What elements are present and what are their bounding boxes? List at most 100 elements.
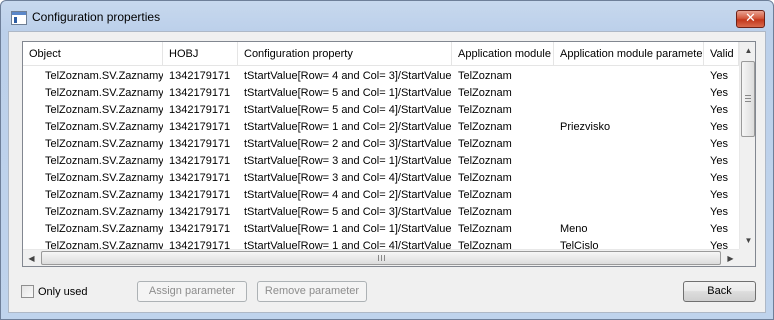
cell-valid: Yes [710,70,728,82]
cell-object: TelZoznam.SV.Zaznamy [45,104,163,116]
cell-application-module: TelZoznam [458,206,512,218]
cell-application-module-parameter [554,170,704,187]
table-row[interactable]: TelZoznam.SV.Zaznamy 1342179171 tStartValu… [23,153,739,170]
cell-object: TelZoznam.SV.Zaznamy [45,87,163,99]
cell-hobj: 1342179171 [169,223,231,235]
table-row[interactable]: TelZoznam.SV.Zaznamy 1342179171 tStartValu… [23,238,739,249]
table-viewport: Object HOBJ Configuration property Appli… [23,42,739,249]
cell-hobj: 1342179171 [169,70,231,82]
cell-application-module: TelZoznam [458,155,512,167]
back-button[interactable]: Back [683,281,756,302]
horizontal-scrollbar[interactable]: ◀ ▶ [23,249,739,266]
cell-application-module: TelZoznam [458,104,512,116]
cell-object: TelZoznam.SV.Zaznamy [45,121,163,133]
table-body: TelZoznam.SV.Zaznamy 1342179171 tStartValu… [23,68,739,249]
table-row[interactable]: TelZoznam.SV.Zaznamy 1342179171 tStartValu… [23,102,739,119]
cell-valid: Yes [710,172,728,184]
cell-application-module-parameter: Priezvisko [560,121,611,133]
cell-application-module: TelZoznam [458,70,512,82]
only-used-option[interactable]: Only used [21,285,88,298]
cell-configuration-property: tStartValue[Row= 2 and Col= 3]/StartValu… [244,138,452,150]
cell-application-module-parameter [554,85,704,102]
title-bar[interactable]: Configuration properties ✕ [1,1,773,33]
table-row[interactable]: TelZoznam.SV.Zaznamy 1342179171 tStartValu… [23,68,739,85]
scroll-down-icon[interactable]: ▼ [740,232,755,249]
table-row[interactable]: TelZoznam.SV.Zaznamy 1342179171 tStartValu… [23,119,739,136]
column-header-hobj[interactable]: HOBJ [163,42,238,66]
cell-configuration-property: tStartValue[Row= 3 and Col= 1]/StartValu… [244,155,452,167]
scroll-right-icon[interactable]: ▶ [722,250,739,266]
cell-valid: Yes [710,240,728,249]
column-header-valid[interactable]: Valid [704,42,739,66]
horizontal-scroll-thumb[interactable] [41,251,721,265]
cell-configuration-property: tStartValue[Row= 3 and Col= 4]/StartValu… [244,172,452,184]
cell-application-module-parameter [554,68,704,85]
scroll-up-icon[interactable]: ▲ [740,42,755,59]
cell-application-module: TelZoznam [458,172,512,184]
only-used-checkbox[interactable] [21,285,34,298]
vertical-scroll-thumb[interactable] [741,61,755,137]
table-header: Object HOBJ Configuration property Appli… [23,42,739,66]
cell-application-module-parameter [554,102,704,119]
cell-object: TelZoznam.SV.Zaznamy [45,138,163,150]
remove-parameter-button[interactable]: Remove parameter [257,281,367,302]
cell-application-module: TelZoznam [458,87,512,99]
cell-application-module: TelZoznam [458,189,512,201]
cell-valid: Yes [710,138,728,150]
cell-application-module: TelZoznam [458,240,512,249]
dialog-window: Configuration properties ✕ Object HOBJ C… [0,0,774,320]
cell-hobj: 1342179171 [169,104,231,116]
close-button[interactable]: ✕ [736,10,765,28]
cell-valid: Yes [710,104,728,116]
cell-configuration-property: tStartValue[Row= 1 and Col= 4]/StartValu… [244,240,452,249]
assign-parameter-button[interactable]: Assign parameter [137,281,247,302]
cell-hobj: 1342179171 [169,206,231,218]
table-row[interactable]: TelZoznam.SV.Zaznamy 1342179171 tStartValu… [23,221,739,238]
cell-application-module: TelZoznam [458,121,512,133]
column-header-object[interactable]: Object [23,42,163,66]
cell-object: TelZoznam.SV.Zaznamy [45,172,163,184]
dialog-body: Object HOBJ Configuration property Appli… [8,31,766,313]
cell-application-module-parameter [554,153,704,170]
cell-configuration-property: tStartValue[Row= 5 and Col= 3]/StartValu… [244,206,452,218]
cell-object: TelZoznam.SV.Zaznamy [45,223,163,235]
cell-configuration-property: tStartValue[Row= 1 and Col= 1]/StartValu… [244,223,452,235]
cell-configuration-property: tStartValue[Row= 5 and Col= 4]/StartValu… [244,104,452,116]
table-row[interactable]: TelZoznam.SV.Zaznamy 1342179171 tStartValu… [23,136,739,153]
cell-configuration-property: tStartValue[Row= 4 and Col= 2]/StartValu… [244,189,452,201]
cell-object: TelZoznam.SV.Zaznamy [45,70,163,82]
cell-application-module-parameter [554,187,704,204]
cell-valid: Yes [710,189,728,201]
table-row[interactable]: TelZoznam.SV.Zaznamy 1342179171 tStartValu… [23,85,739,102]
table-row[interactable]: TelZoznam.SV.Zaznamy 1342179171 tStartValu… [23,170,739,187]
scroll-left-icon[interactable]: ◀ [23,250,40,266]
window-title: Configuration properties [32,10,161,24]
cell-application-module-parameter: Meno [560,223,588,235]
column-header-configuration-property[interactable]: Configuration property [238,42,452,66]
table-row[interactable]: TelZoznam.SV.Zaznamy 1342179171 tStartValu… [23,204,739,221]
cell-hobj: 1342179171 [169,172,231,184]
cell-valid: Yes [710,155,728,167]
cell-valid: Yes [710,87,728,99]
cell-application-module-parameter [554,204,704,221]
cell-application-module: TelZoznam [458,138,512,150]
cell-application-module-parameter: TelCislo [560,240,599,249]
cell-configuration-property: tStartValue[Row= 5 and Col= 1]/StartValu… [244,87,452,99]
cell-hobj: 1342179171 [169,138,231,150]
column-header-application-module-parameter[interactable]: Application module parameter [554,42,704,66]
table-row[interactable]: TelZoznam.SV.Zaznamy 1342179171 tStartValu… [23,187,739,204]
cell-hobj: 1342179171 [169,87,231,99]
scrollbar-corner [739,249,755,266]
cell-hobj: 1342179171 [169,121,231,133]
cell-hobj: 1342179171 [169,240,231,249]
cell-hobj: 1342179171 [169,189,231,201]
cell-object: TelZoznam.SV.Zaznamy [45,155,163,167]
cell-application-module-parameter [554,136,704,153]
properties-table: Object HOBJ Configuration property Appli… [22,41,756,267]
only-used-label[interactable]: Only used [38,286,88,298]
column-header-application-module[interactable]: Application module [452,42,554,66]
cell-valid: Yes [710,206,728,218]
vertical-scrollbar[interactable]: ▲ ▼ [739,42,755,249]
cell-configuration-property: tStartValue[Row= 1 and Col= 2]/StartValu… [244,121,452,133]
cell-valid: Yes [710,223,728,235]
